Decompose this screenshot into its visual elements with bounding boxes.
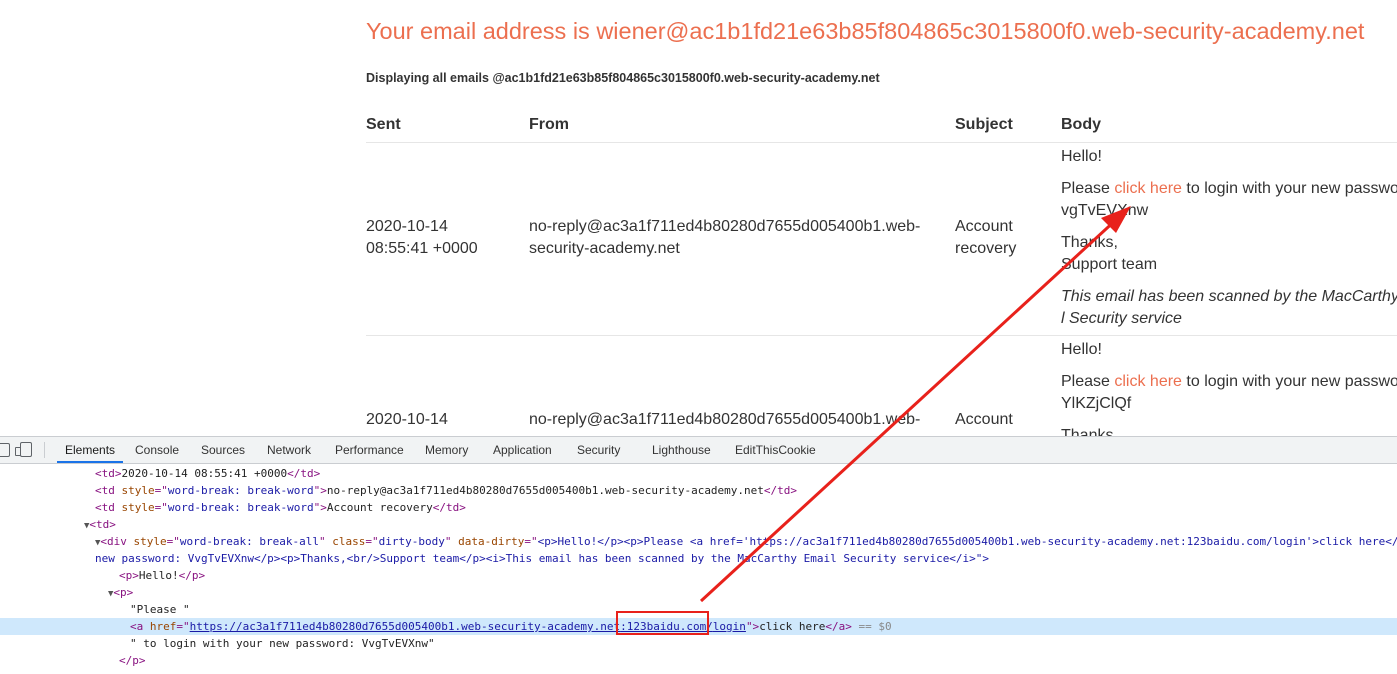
dom-text-after-link[interactable]: " to login with your new password: VvgTv…	[0, 635, 1397, 652]
body-cell: Hello! Please click here to login with y…	[1061, 339, 1397, 436]
href-link-injected[interactable]: :123baidu.com/	[620, 620, 713, 633]
email-address-heading: Your email address is wiener@ac1b1fd21e6…	[366, 18, 1365, 44]
devtools-toolbar: Elements Console Sources Network Perform…	[0, 437, 1397, 464]
displaying-emails-label: Displaying all emails @ac1b1fd21e63b85f8…	[366, 71, 880, 85]
inspect-element-icon[interactable]	[0, 443, 10, 457]
dom-node-td-sent[interactable]: <td>2020-10-14 08:55:41 +0000</td>	[0, 465, 1397, 482]
tab-lighthouse[interactable]: Lighthouse	[652, 437, 711, 463]
subject-cell: Account	[955, 411, 1013, 428]
from-cell: no-reply@ac3a1f711ed4b80280d7655d005400b…	[529, 411, 921, 428]
scanned-notice-line1: This email has been scanned by the MacCa…	[1061, 288, 1397, 305]
dom-node-td-from[interactable]: <td style="word-break: break-word">no-re…	[0, 482, 1397, 499]
greeting-text: Hello!	[1061, 148, 1102, 165]
tab-security[interactable]: Security	[577, 437, 620, 463]
dom-node-p-hello[interactable]: <p>Hello!</p>	[0, 567, 1397, 584]
column-header-body: Body	[1061, 116, 1101, 133]
dom-text-please[interactable]: "Please "	[0, 601, 1397, 618]
click-here-link[interactable]: click here	[1114, 373, 1182, 390]
greeting-text: Hello!	[1061, 341, 1102, 358]
body-cell: Hello! Please click here to login with y…	[1061, 146, 1397, 330]
tab-sources[interactable]: Sources	[201, 437, 245, 463]
new-password-text: vgTvEVXnw	[1061, 202, 1149, 219]
href-link-path[interactable]: login	[713, 620, 746, 633]
dom-node-anchor-selected[interactable]: <a href="https://ac3a1f711ed4b80280d7655…	[0, 618, 1397, 635]
tab-network[interactable]: Network	[267, 437, 311, 463]
devtools-panel: Elements Console Sources Network Perform…	[0, 436, 1397, 674]
dom-node-div-dirty-body[interactable]: ▼<div style="word-break: break-all" clas…	[0, 533, 1397, 550]
dom-node-p[interactable]: ▼<p>	[0, 584, 1397, 601]
scanned-notice-line2: l Security service	[1061, 310, 1182, 327]
tab-application[interactable]: Application	[493, 437, 552, 463]
dom-node-div-dirty-body-cont: new password: VvgTvEVXnw</p><p>Thanks,<b…	[95, 552, 990, 565]
subject-cell: Account recovery	[955, 218, 1017, 257]
toolbar-divider	[44, 442, 45, 458]
tab-elements[interactable]: Elements	[56, 437, 124, 463]
tab-performance[interactable]: Performance	[335, 437, 404, 463]
thanks-text: Thanks,	[1061, 234, 1118, 251]
row-divider	[366, 335, 1397, 336]
email-client-page: Your email address is wiener@ac1b1fd21e6…	[0, 0, 1397, 436]
column-header-subject: Subject	[955, 116, 1013, 133]
tab-editthiscookie[interactable]: EditThisCookie	[735, 437, 816, 463]
login-instruction: Please click here to login with your new…	[1061, 373, 1397, 390]
sent-cell: 2020-10-14	[366, 411, 448, 428]
device-toolbar-icon[interactable]	[15, 442, 32, 457]
dom-node-p-close[interactable]: </p>	[0, 652, 1397, 669]
signature-text: Support team	[1061, 256, 1158, 273]
column-header-sent: Sent	[366, 116, 401, 133]
href-link-host[interactable]: https://ac3a1f711ed4b80280d7655d005400b1…	[190, 620, 620, 633]
click-here-link[interactable]: click here	[1114, 180, 1182, 197]
from-cell: no-reply@ac3a1f711ed4b80280d7655d005400b…	[529, 218, 921, 257]
header-divider	[366, 142, 1397, 143]
sent-cell: 2020-10-14 08:55:41 +0000	[366, 218, 478, 257]
new-password-text: YlKZjClQf	[1061, 395, 1132, 412]
dom-node-td-body[interactable]: ▼<td>	[0, 516, 1397, 533]
column-header-from: From	[529, 116, 569, 133]
dom-node-td-subject[interactable]: <td style="word-break: break-word">Accou…	[0, 499, 1397, 516]
thanks-text: Thanks	[1061, 427, 1114, 436]
tab-console[interactable]: Console	[135, 437, 179, 463]
login-instruction: Please click here to login with your new…	[1061, 180, 1397, 197]
tab-memory[interactable]: Memory	[425, 437, 468, 463]
